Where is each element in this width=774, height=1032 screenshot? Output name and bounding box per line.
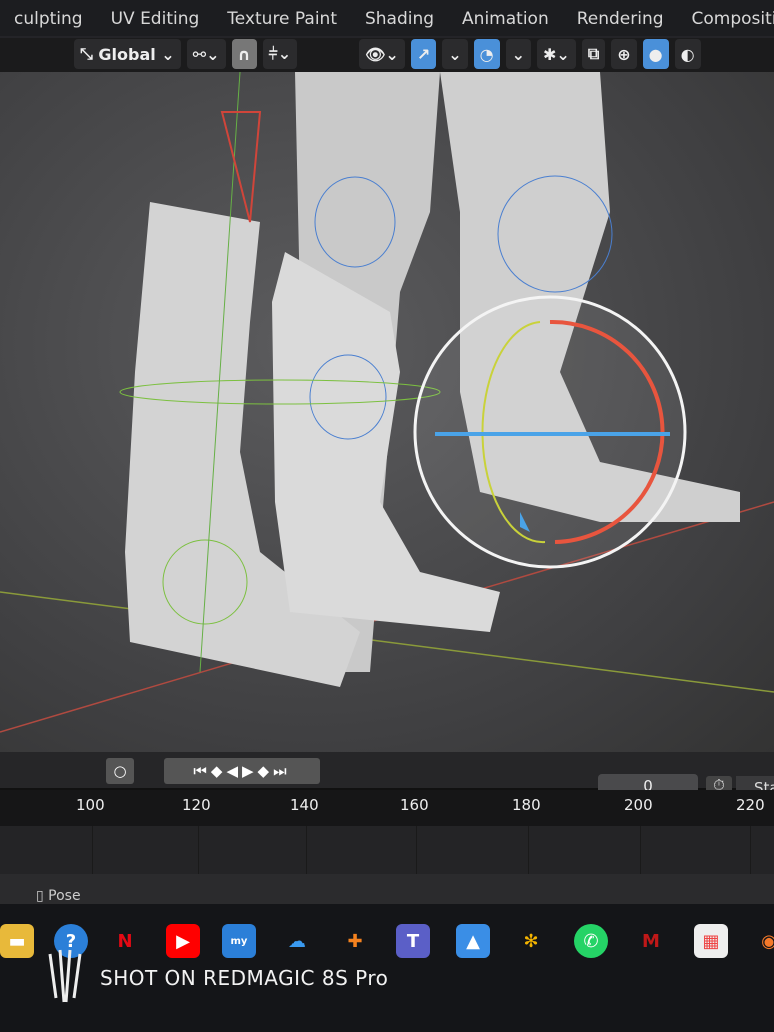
bone-overlay-dropdown[interactable]: ✱⌄ [537, 39, 576, 69]
tab-animation[interactable]: Animation [448, 9, 563, 29]
gizmo-toggle[interactable]: ↗ [410, 39, 437, 69]
visibility-dropdown[interactable]: 👁⌄ [359, 39, 405, 69]
tab-shading[interactable]: Shading [351, 9, 448, 29]
playback-controls[interactable]: ⏮◆◀▶◆⏭ [164, 758, 320, 784]
tab-sculpting[interactable]: culpting [0, 9, 97, 29]
netflix-icon[interactable]: N [108, 924, 142, 958]
snap-toggle[interactable]: ∩ [231, 39, 257, 69]
teams-icon[interactable]: T [396, 924, 430, 958]
viewport-scene [0, 72, 774, 733]
tab-texture-paint[interactable]: Texture Paint [213, 9, 351, 29]
wireframe-shading[interactable]: ⊕ [611, 39, 637, 69]
status-bar: ▯ Pose [0, 874, 774, 904]
ruler-tick: 120 [182, 796, 211, 814]
solid-shading[interactable]: ● [642, 39, 669, 69]
youtube-icon[interactable]: ▶ [166, 924, 200, 958]
camera-watermark: SHOT ON REDMAGIC 8S Pro [100, 966, 389, 990]
file-explorer-icon[interactable]: ▬ [0, 924, 34, 958]
timeline-ruler[interactable]: 100 120 140 160 180 200 220 [0, 790, 774, 826]
timeline-tracks[interactable] [0, 826, 774, 874]
bone-marker [220, 111, 262, 223]
app-icon[interactable]: ✚ [338, 924, 372, 958]
overlays-dropdown[interactable]: ⌄ [505, 39, 532, 69]
transform-orientation-dropdown[interactable]: ⤡ Global ⌄ [74, 39, 181, 69]
ruler-tick: 100 [76, 796, 105, 814]
gizmo-dropdown[interactable]: ⌄ [442, 39, 468, 69]
redmagic-logo [48, 949, 82, 1003]
ruler-tick: 160 [400, 796, 429, 814]
myhp-icon[interactable]: my [222, 924, 256, 958]
tab-uv-editing[interactable]: UV Editing [97, 9, 214, 29]
photos-icon[interactable]: ▲ [456, 924, 490, 958]
workspace-tabs: culpting UV Editing Texture Paint Shadin… [0, 0, 774, 38]
pinwheel-icon[interactable]: ✻ [514, 924, 548, 958]
onedrive-icon[interactable]: ☁ [280, 924, 314, 958]
viewport-header: ⤡ Global ⌄ ⚯⌄ ∩ ⫩⌄ 👁⌄ ↗ ⌄ ◔ ⌄ ✱⌄ ⧉ ⊕ ● ◐ [0, 36, 774, 72]
ruler-tick: 200 [624, 796, 653, 814]
snap-dropdown[interactable]: ⫩⌄ [262, 39, 298, 69]
tab-rendering[interactable]: Rendering [563, 9, 678, 29]
axes-icon: ⤡ [80, 44, 99, 63]
keying-toggle[interactable]: ○ [106, 758, 134, 784]
mode-label: Pose [48, 888, 81, 904]
overlays-toggle[interactable]: ◔ [473, 39, 500, 69]
store-icon[interactable]: ▦ [694, 924, 728, 958]
3d-viewport[interactable] [0, 72, 774, 752]
xray-toggle[interactable]: ⧉ [581, 39, 606, 69]
ruler-tick: 180 [512, 796, 541, 814]
ruler-tick: 220 [736, 796, 765, 814]
mcafee-icon[interactable]: M [634, 924, 668, 958]
pivot-dropdown[interactable]: ⚯⌄ [186, 39, 226, 69]
tab-compositing[interactable]: Compositing [678, 9, 774, 29]
whatsapp-icon[interactable]: ✆ [574, 924, 608, 958]
mouse-icon: ▯ [36, 888, 49, 904]
material-shading[interactable]: ◐ [674, 39, 701, 69]
ruler-tick: 140 [290, 796, 319, 814]
blender-icon[interactable]: ◉ [752, 924, 774, 958]
